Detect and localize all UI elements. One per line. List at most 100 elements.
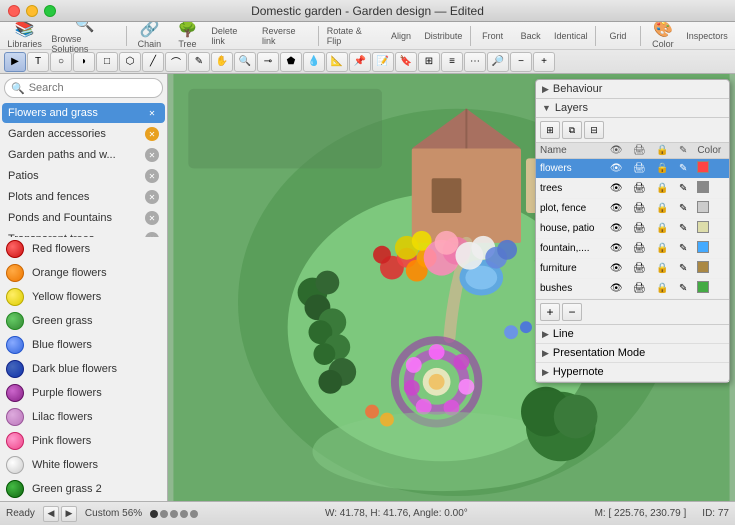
layer-print: 🖨	[629, 279, 652, 299]
item-dark-blue-flowers[interactable]: Dark blue flowers	[0, 357, 167, 381]
measure-tool[interactable]: 📐	[326, 52, 348, 72]
category-patios[interactable]: Patios ✕	[2, 166, 165, 186]
maximize-button[interactable]	[44, 5, 56, 17]
item-yellow-flowers[interactable]: Yellow flowers	[0, 285, 167, 309]
delete-link-button[interactable]: Delete link	[207, 23, 256, 48]
page-dot-4[interactable]	[180, 510, 188, 518]
category-flowers-grass[interactable]: Flowers and grass ✕	[2, 103, 165, 123]
layer-row-furniture[interactable]: furniture 👁 🖨 🔒 ✎	[536, 259, 729, 279]
layer-row-house-patio[interactable]: house, patio 👁 🖨 🔒 ✎	[536, 219, 729, 239]
reverse-link-button[interactable]: Reverse link	[258, 23, 314, 48]
behaviour-section[interactable]: ▶ Behaviour	[536, 80, 729, 99]
layers-tool-1[interactable]: ⊞	[540, 121, 560, 139]
chain-button[interactable]: 🔗 Chain	[131, 20, 167, 51]
page-dot-1[interactable]	[150, 510, 158, 518]
layer-row-plot-fence[interactable]: plot, fence 👁 🖨 🔒 ✎	[536, 199, 729, 219]
item-lilac-flowers[interactable]: Lilac flowers	[0, 405, 167, 429]
libraries-button[interactable]: 📚 Libraries	[4, 20, 45, 51]
category-transparent-trees[interactable]: Transparent trees ✕	[2, 229, 165, 237]
front-button[interactable]: Front	[475, 28, 511, 43]
nav-next[interactable]: ▶	[61, 506, 77, 522]
layers-tool-2[interactable]: ⧉	[562, 121, 582, 139]
status-id: ID: 77	[702, 508, 729, 519]
rect-tool[interactable]: □	[96, 52, 118, 72]
tree-button[interactable]: 🌳 Tree	[169, 20, 205, 51]
item-red-flowers[interactable]: Red flowers	[0, 237, 167, 261]
zoom-in[interactable]: +	[533, 52, 555, 72]
poly-tool[interactable]: ⬡	[119, 52, 141, 72]
arc-tool[interactable]: ◗	[73, 52, 95, 72]
pencil-tool[interactable]: ✎	[188, 52, 210, 72]
stamp-tool[interactable]: 🔖	[395, 52, 417, 72]
layer-color[interactable]	[693, 159, 729, 179]
select-tool[interactable]: ▶	[4, 52, 26, 72]
item-white-flowers[interactable]: White flowers	[0, 453, 167, 477]
layer-color[interactable]	[693, 199, 729, 219]
circle-tool[interactable]: ○	[50, 52, 72, 72]
layer-color[interactable]	[693, 239, 729, 259]
back-button[interactable]: Back	[513, 28, 549, 43]
item-green-grass[interactable]: Green grass	[0, 309, 167, 333]
identical-button[interactable]: Identical	[551, 28, 591, 43]
presentation-mode-section[interactable]: ▶ Presentation Mode	[536, 344, 729, 363]
nav-prev[interactable]: ◀	[43, 506, 59, 522]
search-input[interactable]	[29, 82, 156, 94]
layer-color[interactable]	[693, 179, 729, 199]
layer-color[interactable]	[693, 219, 729, 239]
zoom-tool[interactable]: 🔍	[234, 52, 256, 72]
toolbar-separator-5	[640, 26, 641, 46]
search-in-canvas[interactable]: 🔎	[487, 52, 509, 72]
layer-row-flowers[interactable]: flowers 👁 🖨 🔒 ✎	[536, 159, 729, 179]
col-lock: 🔒	[652, 143, 675, 159]
category-ponds-fountains[interactable]: Ponds and Fountains ✕	[2, 208, 165, 228]
fill-tool[interactable]: ⬟	[280, 52, 302, 72]
inspectors-button[interactable]: Inspectors	[683, 28, 731, 43]
pin-tool[interactable]: 📌	[349, 52, 371, 72]
remove-layer-button[interactable]: −	[562, 303, 582, 321]
category-garden-paths[interactable]: Garden paths and w... ✕	[2, 145, 165, 165]
layers-footer: + −	[536, 299, 729, 324]
canvas-area[interactable]: ▶ Behaviour ▼ Layers ⊞ ⧉ ⊟ Name 👁 🖨 🔒	[168, 74, 735, 501]
add-layer-button[interactable]: +	[540, 303, 560, 321]
item-purple-flowers[interactable]: Purple flowers	[0, 381, 167, 405]
note-tool[interactable]: 📝	[372, 52, 394, 72]
category-plots-fences[interactable]: Plots and fences ✕	[2, 187, 165, 207]
color-button[interactable]: 🎨 Color	[645, 20, 681, 51]
item-blue-flowers[interactable]: Blue flowers	[0, 333, 167, 357]
category-garden-accessories[interactable]: Garden accessories ✕	[2, 124, 165, 144]
layer-row-bushes[interactable]: bushes 👁 🖨 🔒 ✎	[536, 279, 729, 299]
minimize-button[interactable]	[26, 5, 38, 17]
eyedrop-tool[interactable]: 💧	[303, 52, 325, 72]
page-dot-5[interactable]	[190, 510, 198, 518]
layer-color[interactable]	[693, 259, 729, 279]
extra-tool[interactable]: ⋯	[464, 52, 486, 72]
text-tool[interactable]: T	[27, 52, 49, 72]
zoom-out[interactable]: −	[510, 52, 532, 72]
layers-tool-3[interactable]: ⊟	[584, 121, 604, 139]
line-section[interactable]: ▶ Line	[536, 325, 729, 344]
layer-vis: 👁	[606, 179, 629, 199]
layer-color[interactable]	[693, 279, 729, 299]
layer-row-trees[interactable]: trees 👁 🖨 🔒 ✎	[536, 179, 729, 199]
close-button[interactable]	[8, 5, 20, 17]
layer-row-fountain[interactable]: fountain,.... 👁 🖨 🔒 ✎	[536, 239, 729, 259]
rotate-flip-button[interactable]: Rotate & Flip	[323, 23, 381, 48]
grid-view-tool[interactable]: ⊞	[418, 52, 440, 72]
distribute-button[interactable]: Distribute	[421, 28, 466, 43]
grid-button[interactable]: Grid	[600, 28, 636, 43]
hypernote-section[interactable]: ▶ Hypernote	[536, 363, 729, 382]
connect-tool[interactable]: ⊸	[257, 52, 279, 72]
hand-tool[interactable]: ✋	[211, 52, 233, 72]
curve-tool[interactable]: ⌒	[165, 52, 187, 72]
layers-section-header[interactable]: ▼ Layers	[536, 99, 729, 118]
list-view-tool[interactable]: ≡	[441, 52, 463, 72]
item-green-grass-2[interactable]: Green grass 2	[0, 477, 167, 501]
align-button[interactable]: Align	[383, 28, 419, 43]
page-dot-3[interactable]	[170, 510, 178, 518]
item-pink-flowers[interactable]: Pink flowers	[0, 429, 167, 453]
line-tool[interactable]: ╱	[142, 52, 164, 72]
line-arrow: ▶	[542, 329, 549, 340]
page-dot-2[interactable]	[160, 510, 168, 518]
search-box[interactable]: 🔍	[4, 78, 163, 98]
item-orange-flowers[interactable]: Orange flowers	[0, 261, 167, 285]
